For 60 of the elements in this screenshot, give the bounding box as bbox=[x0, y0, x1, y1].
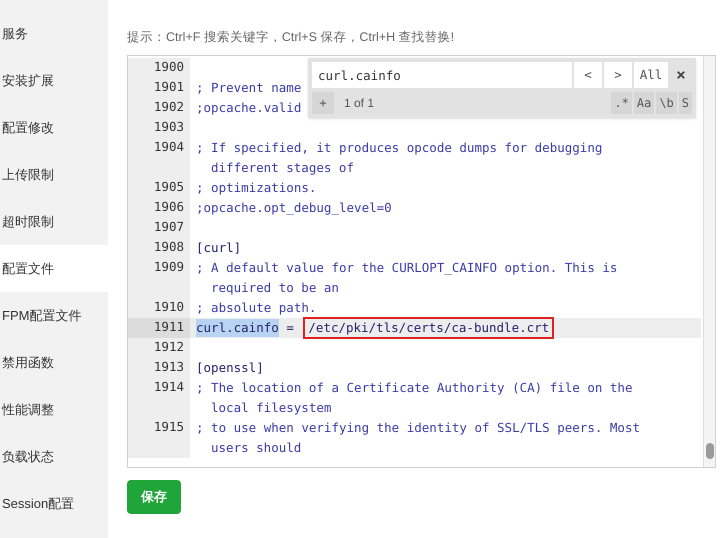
code-text: different stages of bbox=[211, 158, 354, 177]
line-number: 1910 bbox=[154, 299, 184, 314]
sidebar-item[interactable]: 配置文件 bbox=[0, 245, 108, 292]
line-number: 1912 bbox=[154, 339, 184, 354]
line-number: 1914 bbox=[154, 379, 184, 394]
next-button[interactable]: > bbox=[604, 62, 632, 88]
sidebar-item[interactable]: Session配置 bbox=[0, 480, 108, 527]
line-number: 1908 bbox=[154, 239, 184, 254]
search-option[interactable]: .* bbox=[611, 92, 632, 114]
code-text: ; If specified, it produces opcode dumps for debugging bbox=[196, 138, 602, 157]
sidebar-item[interactable]: 服务 bbox=[0, 10, 108, 57]
sidebar-item[interactable]: FPM配置文件 bbox=[0, 292, 108, 339]
line-number: 1915 bbox=[154, 419, 184, 434]
line-number: 1909 bbox=[154, 259, 184, 274]
line-number: 1900 bbox=[154, 59, 184, 74]
code-text: users should bbox=[211, 438, 302, 457]
search-option[interactable]: \b bbox=[656, 92, 677, 114]
match-count: 1 of 1 bbox=[344, 95, 374, 112]
sidebar-item[interactable]: 负载状态 bbox=[0, 433, 108, 480]
code-text: [curl] bbox=[196, 238, 242, 257]
line-number: 1913 bbox=[154, 359, 184, 374]
code-text: ; Prevent name bbox=[196, 78, 302, 97]
code-text: ; optimizations. bbox=[196, 178, 316, 197]
sidebar-item[interactable]: 配置修改 bbox=[0, 104, 108, 151]
code-text: required to be an bbox=[211, 278, 339, 297]
close-button[interactable]: × bbox=[670, 62, 692, 88]
code-text: ; absolute path. bbox=[196, 298, 316, 317]
code-text: ; to use when verifying the identity of SSL/TLS peers. Most bbox=[196, 418, 640, 437]
search-field[interactable]: curl.cainfo bbox=[312, 62, 572, 88]
code-text: ;opcache.opt_debug_level=0 bbox=[196, 198, 392, 217]
line-number: 1903 bbox=[154, 119, 184, 134]
line-number: 1902 bbox=[154, 99, 184, 114]
line-number: 1911 bbox=[154, 319, 184, 334]
sidebar-item[interactable]: 安装扩展 bbox=[0, 57, 108, 104]
previous-button[interactable]: < bbox=[574, 62, 602, 88]
code-editor[interactable] bbox=[127, 55, 716, 468]
code-text: ; A default value for the CURLOPT_CAINFO option. This is bbox=[196, 258, 618, 277]
all-button[interactable]: All bbox=[634, 62, 668, 88]
code-text: ;opcache.valid bbox=[196, 98, 302, 117]
code-text: /etc/pki/tls/certs/ca-bundle.crt bbox=[305, 318, 552, 338]
hint-text: 提示：Ctrl+F 搜索关键字，Ctrl+S 保存，Ctrl+H 查找替换! bbox=[127, 29, 456, 46]
line-number: 1907 bbox=[154, 219, 184, 234]
toggle-replace-button[interactable]: + bbox=[312, 92, 334, 114]
scrollbar[interactable] bbox=[703, 56, 715, 467]
code-text: local filesystem bbox=[211, 398, 332, 417]
line-number: 1901 bbox=[154, 79, 184, 94]
line-number: 1904 bbox=[154, 139, 184, 154]
scrollbar-thumb[interactable] bbox=[706, 443, 714, 459]
sidebar-item[interactable]: 禁用函数 bbox=[0, 339, 108, 386]
line-number: 1905 bbox=[154, 179, 184, 194]
line-number: 1906 bbox=[154, 199, 184, 214]
code-text: = bbox=[285, 318, 295, 337]
search-option[interactable]: Aa bbox=[634, 92, 654, 114]
code-text: [openssl] bbox=[196, 358, 264, 377]
search-match: curl.cainfo bbox=[196, 318, 279, 338]
code-text: ; The location of a Certificate Authority (CA) file on the bbox=[196, 378, 632, 397]
search-option[interactable]: S bbox=[678, 92, 692, 114]
sidebar-item[interactable]: 上传限制 bbox=[0, 151, 108, 198]
sidebar-item[interactable]: 性能调整 bbox=[0, 386, 108, 433]
sidebar-item[interactable]: 超时限制 bbox=[0, 198, 108, 245]
